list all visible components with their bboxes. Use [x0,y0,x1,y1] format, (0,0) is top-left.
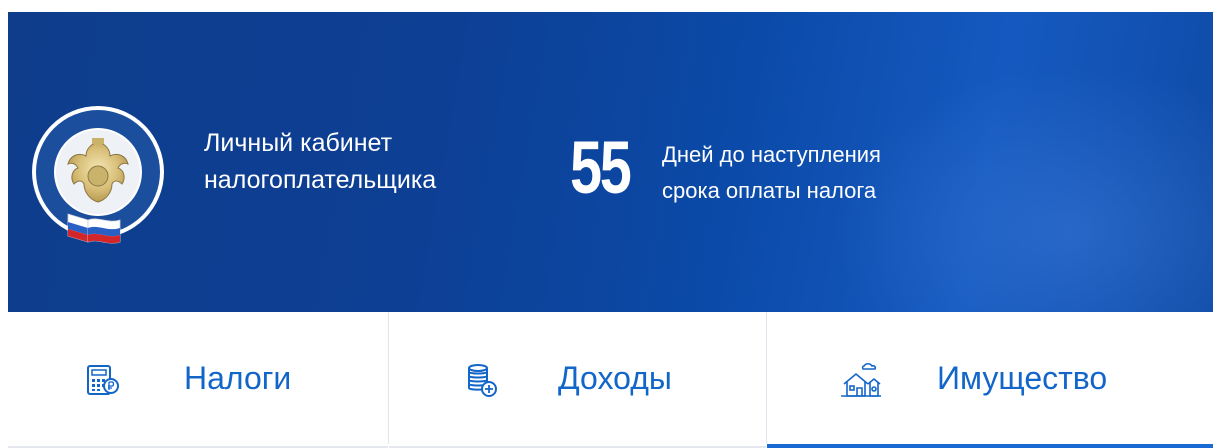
coins-stack-icon [468,364,497,397]
calculator-icon [87,365,119,395]
brand-title[interactable]: Личный кабинет налогоплательщика [204,125,436,199]
page: Личный кабинет налогоплательщика 55 Дней… [0,0,1221,448]
main-tabs: Налоги Доходы Имущество [8,312,1213,448]
tab-income[interactable]: Доходы [389,312,767,448]
tab-taxes[interactable]: Налоги [8,312,389,448]
header-banner: Личный кабинет налогоплательщика 55 Дней… [8,12,1213,312]
tab-taxes-label: Налоги [184,360,292,396]
days-caption-line2: срока оплаты налога [662,178,877,203]
brand-title-line2: налогоплательщика [204,166,437,194]
days-caption: Дней до наступления срока оплаты налога [662,137,881,209]
house-icon [841,362,881,397]
tab-income-label: Доходы [558,360,672,396]
fns-emblem-icon[interactable] [28,92,168,256]
days-caption-line1: Дней до наступления [662,142,881,167]
brand-title-line1: Личный кабинет [204,129,393,157]
tab-property-label: Имущество [937,360,1108,396]
tab-property[interactable]: Имущество [767,312,1213,448]
days-counter: 55 [570,126,632,209]
